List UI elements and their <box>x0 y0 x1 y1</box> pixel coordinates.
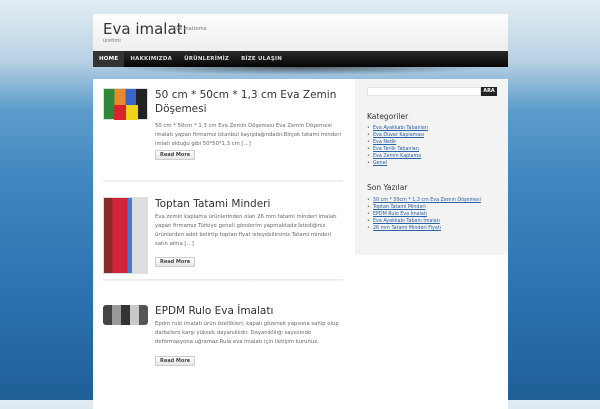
post-thumbnail[interactable] <box>103 305 148 325</box>
nav-contact[interactable]: BİZE ULAŞIN <box>235 51 288 67</box>
post-divider <box>103 180 343 183</box>
search-input[interactable] <box>367 87 481 96</box>
categories-list: Eva Ayakkabı Tabanları Eva Duvar Kaplama… <box>367 125 428 167</box>
category-link[interactable]: Eva Nedir <box>367 139 428 146</box>
post-title[interactable]: 50 cm * 50cm * 1,3 cm Eva Zemin Döşemesi <box>155 88 345 116</box>
recent-posts-title: Son Yazılar <box>367 183 408 192</box>
post-divider <box>103 279 343 282</box>
site-tagline: Eva malzeme <box>173 26 207 32</box>
category-link[interactable]: Eva Duvar Kaplaması <box>367 132 428 139</box>
recent-post-link[interactable]: EPDM Rulo Eva İmalatı <box>367 211 481 218</box>
read-more-button[interactable]: Read More <box>155 257 196 267</box>
categories-title: Kategoriler <box>367 112 409 121</box>
post-title[interactable]: Toptan Tatami Minderi <box>155 197 345 211</box>
read-more-button[interactable]: Read More <box>155 150 196 160</box>
nav-products[interactable]: ÜRÜNLERİMİZ <box>178 51 235 67</box>
category-link[interactable]: Eva Terlik Tabanları <box>367 146 428 153</box>
read-more-button[interactable]: Read More <box>155 356 196 366</box>
post-excerpt: Epdm rulo imalatı ürün özellikleri; kapa… <box>155 321 339 345</box>
post-excerpt: 50 cm * 50cm * 1,3 cm Eva Zemin Döşemesi… <box>155 123 342 147</box>
category-link[interactable]: Eva Zemin Kaplama <box>367 153 428 160</box>
recent-post-link[interactable]: Toptan Tatami Minderi <box>367 204 481 211</box>
recent-posts-list: 50 cm * 50cm * 1,3 cm Eva Zemin Döşemesi… <box>367 197 481 232</box>
nav-about[interactable]: HAKKIMIZDA <box>124 51 178 67</box>
nav-home[interactable]: HOME <box>93 51 125 67</box>
category-link[interactable]: Genel <box>367 160 428 167</box>
search-button[interactable]: ARA <box>481 87 497 96</box>
sidebar: ARA Kategoriler Eva Ayakkabı Tabanları E… <box>355 79 508 255</box>
nav-shadow <box>110 67 490 75</box>
site-header: Eva imalatı Eva malzeme üretimi <box>93 14 508 52</box>
post-thumbnail[interactable] <box>103 197 148 274</box>
post-excerpt: Eva zemin kaplama ürünlerinden olan 26 m… <box>155 214 337 247</box>
recent-post-link[interactable]: 26 mm Tatami Minderi Fiyatı <box>367 225 481 232</box>
recent-post-link[interactable]: 50 cm * 50cm * 1,3 cm Eva Zemin Döşemesi <box>367 197 481 204</box>
main-nav: HOME HAKKIMIZDA ÜRÜNLERİMİZ BİZE ULAŞIN <box>93 51 508 67</box>
content-area: 50 cm * 50cm * 1,3 cm Eva Zemin Döşemesi… <box>93 79 508 409</box>
post-title[interactable]: EPDM Rulo Eva İmalatı <box>155 304 345 318</box>
category-link[interactable]: Eva Ayakkabı Tabanları <box>367 125 428 132</box>
site-tagline-cont: üretimi <box>103 38 121 44</box>
recent-post-link[interactable]: Eva Ayakkabı Tabanı İmalatı <box>367 218 481 225</box>
post-thumbnail[interactable] <box>103 88 148 120</box>
